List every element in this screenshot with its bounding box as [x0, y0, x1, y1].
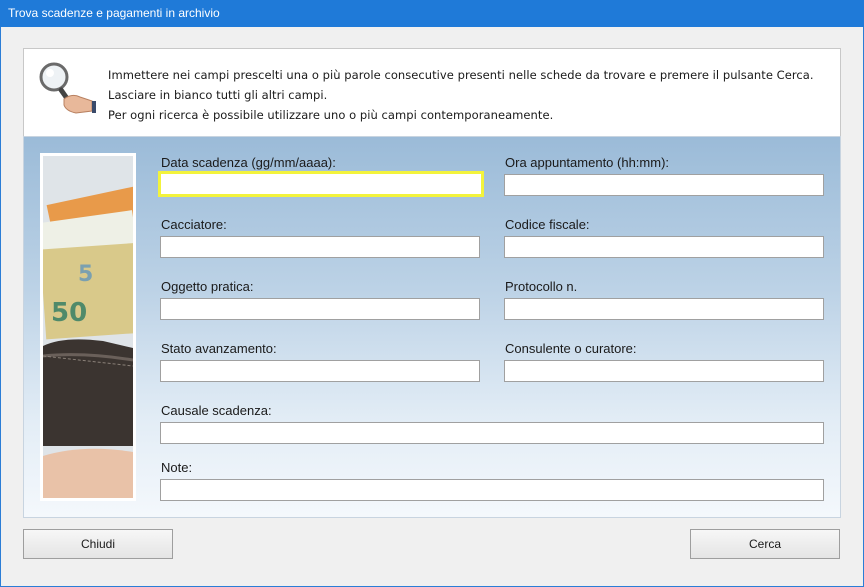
- oggetto-pratica-input[interactable]: [160, 298, 480, 320]
- label-note: Note:: [161, 460, 193, 475]
- instruction-line: Lasciare in bianco tutti gli altri campi…: [108, 88, 328, 102]
- protocollo-input[interactable]: [504, 298, 824, 320]
- search-button[interactable]: Cerca: [690, 529, 840, 559]
- codice-fiscale-input[interactable]: [504, 236, 824, 258]
- data-scadenza-input[interactable]: [158, 171, 484, 197]
- window-title: Trova scadenze e pagamenti in archivio: [8, 6, 220, 20]
- note-input[interactable]: [160, 479, 824, 501]
- label-oggetto-pratica: Oggetto pratica:: [161, 279, 254, 294]
- svg-text:5: 5: [78, 262, 93, 287]
- label-codice-fiscale: Codice fiscale:: [505, 217, 590, 232]
- consulente-input[interactable]: [504, 360, 824, 382]
- instruction-line: Immettere nei campi prescelti una o più …: [108, 68, 814, 82]
- label-ora-appuntamento: Ora appuntamento (hh:mm):: [505, 155, 670, 170]
- close-button[interactable]: Chiudi: [23, 529, 173, 559]
- label-consulente: Consulente o curatore:: [505, 341, 637, 356]
- label-cacciatore: Cacciatore:: [161, 217, 227, 232]
- ora-appuntamento-input[interactable]: [504, 174, 824, 196]
- label-stato-avanzamento: Stato avanzamento:: [161, 341, 277, 356]
- causale-input[interactable]: [160, 422, 824, 444]
- cacciatore-input[interactable]: [160, 236, 480, 258]
- label-data-scadenza: Data scadenza (gg/mm/aaaa):: [161, 155, 336, 170]
- svg-text:50: 50: [51, 298, 87, 328]
- label-causale: Causale scadenza:: [161, 403, 272, 418]
- dialog-body: Immettere nei campi prescelti una o più …: [1, 27, 863, 586]
- search-form-panel: 5 50 Data scadenza (gg/mm/aaaa): Ora app…: [23, 136, 841, 518]
- magnifier-hand-icon: [39, 62, 96, 114]
- instructions-text: Immettere nei campi prescelti una o più …: [108, 65, 814, 125]
- label-protocollo: Protocollo n.: [505, 279, 578, 294]
- stato-avanzamento-input[interactable]: [160, 360, 480, 382]
- wallet-banknotes-image: 5 50: [40, 153, 136, 501]
- instruction-line: Per ogni ricerca è possibile utilizzare …: [108, 108, 554, 122]
- window-titlebar: Trova scadenze e pagamenti in archivio: [0, 0, 864, 27]
